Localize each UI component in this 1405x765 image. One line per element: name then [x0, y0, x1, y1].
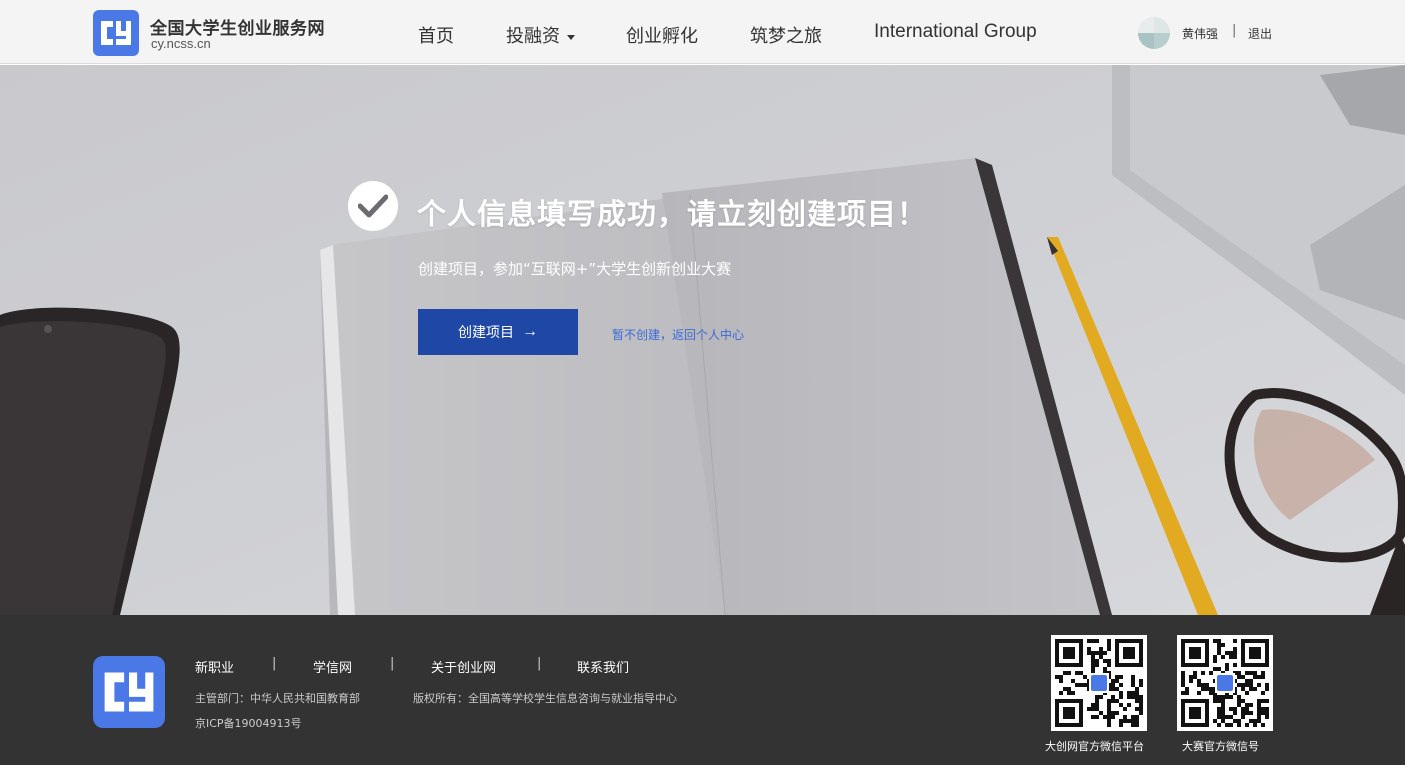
footer-copyright: 版权所有：全国高等学校学生信息咨询与就业指导中心	[413, 692, 677, 705]
arrow-right-icon: →	[522, 323, 538, 340]
nav-incubation[interactable]: 创业孵化	[626, 22, 698, 48]
nav-home[interactable]: 首页	[418, 22, 454, 48]
hero-banner: 个人信息填写成功，请立刻创建项目！ 创建项目，参加“互联网+”大学生创新创业大赛…	[0, 65, 1405, 615]
qr-label-contest: 大赛官方微信号	[1182, 740, 1259, 753]
nav-dream-journey[interactable]: 筑梦之旅	[750, 22, 822, 48]
cy-logo-icon	[93, 656, 165, 728]
footer-link-about[interactable]: 关于创业网	[431, 657, 496, 676]
logout-link[interactable]: 退出	[1248, 25, 1272, 42]
footer-link-contact[interactable]: 联系我们	[577, 657, 629, 676]
qr-code-icon	[1051, 635, 1147, 731]
avatar[interactable]	[1138, 17, 1170, 49]
username[interactable]: 黄伟强	[1182, 25, 1218, 42]
create-project-button[interactable]: 创建项目 →	[418, 309, 578, 355]
footer-icp: 京ICP备19004913号	[195, 717, 302, 730]
check-circle-icon	[348, 181, 398, 231]
nav-international-group[interactable]: International Group	[874, 21, 1037, 43]
create-project-label: 创建项目	[458, 324, 514, 340]
site-footer: 新职业 | 学信网 | 关于创业网 | 联系我们 主管部门：中华人民共和国教育部…	[0, 615, 1405, 765]
footer-separator: |	[537, 656, 542, 671]
footer-authority: 主管部门：中华人民共和国教育部	[195, 692, 360, 705]
nav-home-label: 首页	[418, 26, 454, 47]
top-header: 全国大学生创业服务网 cy.ncss.cn 首页 投融资 创业孵化 筑梦之旅 I…	[0, 0, 1405, 64]
nav-investment-label: 投融资	[506, 26, 560, 47]
nav-incubation-label: 创业孵化	[626, 26, 698, 47]
caret-down-icon	[567, 34, 575, 40]
footer-separator: |	[272, 656, 277, 671]
nav-dream-journey-label: 筑梦之旅	[750, 26, 822, 47]
site-domain: cy.ncss.cn	[151, 36, 211, 51]
success-title: 个人信息填写成功，请立刻创建项目！	[417, 197, 928, 231]
footer-separator: |	[390, 656, 395, 671]
footer-link-new-career[interactable]: 新职业	[195, 657, 234, 676]
nav-international-label: International Group	[874, 21, 1037, 42]
user-separator: |	[1232, 23, 1237, 38]
success-subtitle: 创建项目，参加“互联网+”大学生创新创业大赛	[418, 260, 732, 278]
qr-label-platform: 大创网官方微信平台	[1045, 740, 1144, 753]
cy-logo-icon[interactable]	[93, 10, 139, 56]
footer-link-chsi[interactable]: 学信网	[313, 657, 352, 676]
return-personal-center-link[interactable]: 暂不创建，返回个人中心	[612, 326, 744, 343]
qr-code-icon	[1177, 635, 1273, 731]
nav-investment[interactable]: 投融资	[506, 22, 575, 48]
